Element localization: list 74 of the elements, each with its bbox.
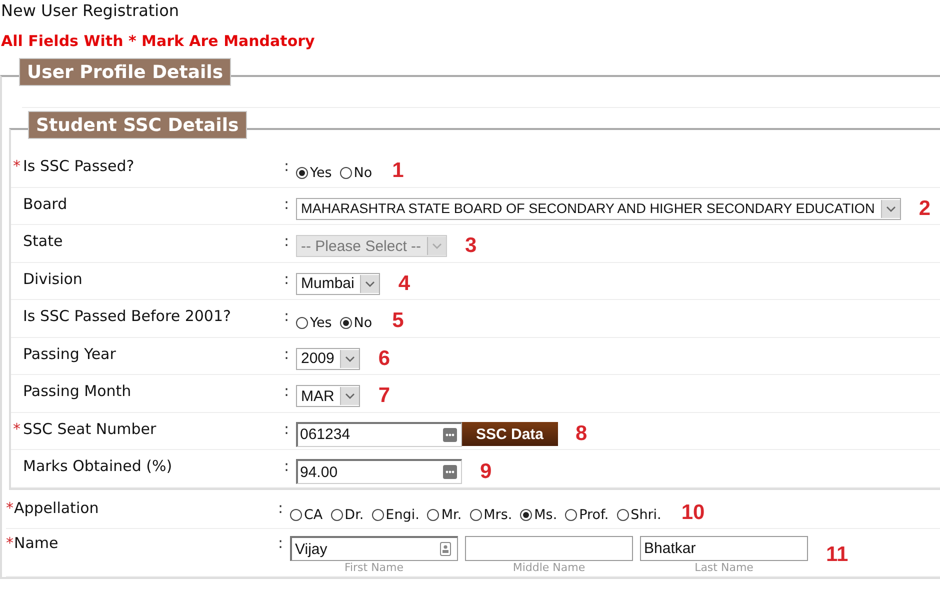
colon-separator: : bbox=[284, 457, 290, 475]
radio-option[interactable]: Mr. bbox=[427, 502, 462, 522]
ellipsis-icon bbox=[443, 465, 457, 479]
input-field[interactable]: Vijay bbox=[290, 536, 458, 561]
caret-icon bbox=[345, 393, 356, 399]
dropdown[interactable]: 2009 bbox=[296, 348, 360, 370]
annotation-number: 8 bbox=[576, 422, 588, 446]
field-label: Appellation bbox=[14, 498, 100, 516]
ellipsis-icon bbox=[443, 428, 457, 442]
colon-separator: : bbox=[284, 270, 290, 288]
annotation-number: 5 bbox=[392, 309, 404, 333]
input-field[interactable]: 061234 bbox=[296, 422, 462, 446]
ssc-data-button[interactable]: SSC Data bbox=[462, 422, 558, 446]
field-label: Passing Year bbox=[23, 344, 117, 362]
radio-option[interactable]: No bbox=[340, 311, 372, 331]
dropdown[interactable]: MAR bbox=[296, 385, 360, 407]
page-title: New User Registration bbox=[0, 0, 180, 21]
input-field[interactable] bbox=[465, 536, 633, 561]
annotation-number: 2 bbox=[918, 196, 930, 220]
field-label: Passing Month bbox=[23, 382, 132, 400]
field-label: Board bbox=[23, 194, 68, 212]
annotation-number: 10 bbox=[681, 500, 705, 524]
section-legend: Student SSC Details bbox=[28, 111, 247, 139]
caret-icon bbox=[345, 356, 356, 362]
field-label: Is SSC Passed? bbox=[23, 157, 136, 175]
annotation-number: 1 bbox=[392, 159, 404, 183]
field-label: Is SSC Passed Before 2001? bbox=[23, 307, 232, 325]
radio-option[interactable]: Shri. bbox=[616, 502, 662, 522]
annotation-number: 9 bbox=[480, 460, 492, 484]
caret-icon bbox=[365, 280, 376, 286]
mandatory-note: All Fields With * Mark Are Mandatory bbox=[1, 32, 316, 50]
annotation-number: 6 bbox=[378, 346, 390, 370]
colon-separator: : bbox=[284, 194, 290, 212]
input-field[interactable]: 94.00 bbox=[296, 459, 462, 484]
colon-separator: : bbox=[284, 307, 290, 325]
annotation-number: 3 bbox=[465, 234, 477, 258]
field-label: Marks Obtained (%) bbox=[23, 457, 174, 475]
required-asterisk: * bbox=[6, 498, 14, 516]
field-caption: First Name bbox=[344, 562, 404, 574]
required-asterisk: * bbox=[13, 420, 22, 438]
field-label: Division bbox=[23, 270, 84, 288]
annotation-number: 11 bbox=[826, 543, 848, 567]
field-label: State bbox=[23, 232, 64, 250]
radio-option[interactable]: Mrs. bbox=[470, 502, 512, 522]
colon-separator: : bbox=[278, 498, 284, 516]
caret-icon bbox=[432, 243, 442, 249]
radio-option[interactable]: Yes bbox=[296, 311, 332, 331]
radio-option[interactable]: Ms. bbox=[520, 502, 558, 522]
radio-option[interactable]: Yes bbox=[296, 161, 332, 181]
section-legend: User Profile Details bbox=[19, 58, 232, 86]
radio-option[interactable]: No bbox=[340, 161, 372, 181]
caret-icon bbox=[886, 206, 896, 212]
colon-separator: : bbox=[284, 420, 290, 438]
radio-option[interactable]: CA bbox=[290, 502, 323, 522]
colon-separator: : bbox=[284, 344, 290, 362]
field-caption: Last Name bbox=[694, 562, 754, 574]
annotation-number: 4 bbox=[398, 272, 410, 296]
input-field[interactable]: Bhatkar bbox=[640, 536, 808, 561]
radio-option[interactable]: Prof. bbox=[565, 502, 609, 522]
colon-separator: : bbox=[284, 382, 290, 400]
field-label: Name bbox=[14, 534, 60, 552]
colon-separator: : bbox=[284, 157, 290, 175]
required-asterisk: * bbox=[13, 157, 22, 175]
field-label: SSC Seat Number bbox=[23, 420, 158, 438]
radio-option[interactable]: Dr. bbox=[330, 502, 364, 522]
colon-separator: : bbox=[278, 534, 284, 552]
colon-separator: : bbox=[284, 232, 290, 250]
field-caption: Middle Name bbox=[512, 562, 586, 574]
dropdown[interactable]: MAHARASHTRA STATE BOARD OF SECONDARY AND HIGHER SECONDARY EDUCATION bbox=[296, 198, 901, 220]
required-asterisk: * bbox=[6, 534, 14, 552]
contact-card-icon bbox=[440, 542, 451, 556]
annotation-number: 7 bbox=[378, 384, 390, 408]
radio-option[interactable]: Engi. bbox=[372, 502, 420, 522]
dropdown[interactable]: Mumbai bbox=[296, 272, 380, 294]
